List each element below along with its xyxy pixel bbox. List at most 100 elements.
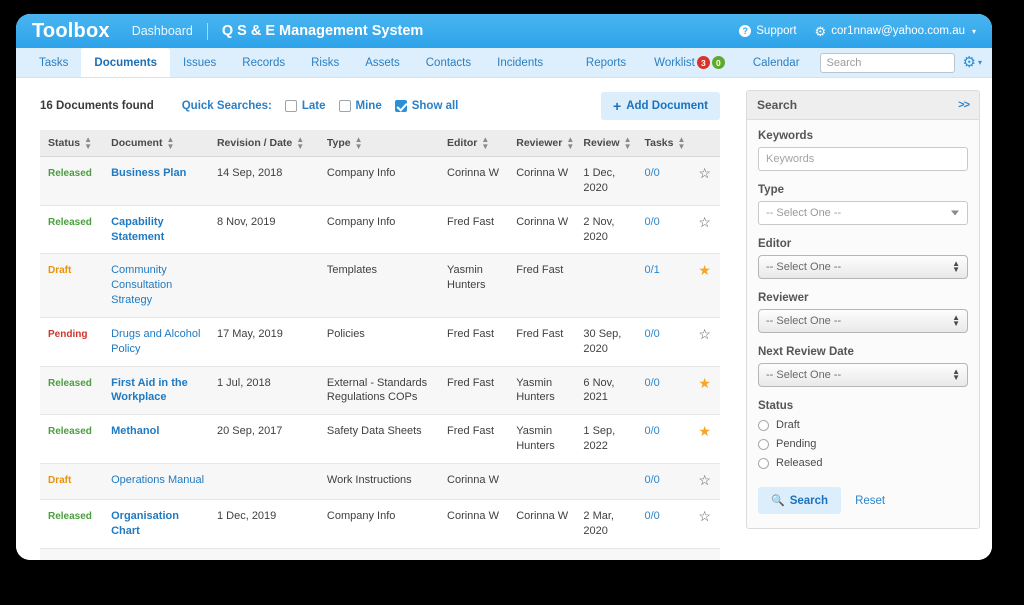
cell-favourite[interactable]: ★ bbox=[685, 414, 720, 464]
nav-tab-contacts[interactable]: Contacts bbox=[413, 48, 484, 77]
star-outline-icon[interactable]: ☆ bbox=[698, 508, 711, 524]
cell-favourite[interactable]: ★ bbox=[685, 548, 720, 560]
radio-released-icon[interactable] bbox=[758, 457, 769, 469]
table-row[interactable]: Released Organisation Chart 1 Dec, 2019 Com… bbox=[40, 499, 720, 549]
status-option-released[interactable]: Released bbox=[758, 457, 968, 469]
document-link[interactable]: Community Consultation Strategy bbox=[111, 264, 172, 306]
nav-link-worklist[interactable]: Worklist 3 0 bbox=[640, 56, 739, 69]
dashboard-link[interactable]: Dashboard bbox=[132, 24, 193, 38]
type-select[interactable]: -- Select One -- bbox=[758, 201, 968, 225]
document-link[interactable]: Business Plan bbox=[111, 167, 186, 179]
star-filled-icon[interactable]: ★ bbox=[698, 262, 711, 278]
sort-arrows-icon[interactable]: ▲ ▼ bbox=[84, 136, 92, 151]
table-row[interactable]: Released P-003 Planning for Quality & Saf… bbox=[40, 548, 720, 560]
cell-tasks[interactable]: 0/0 bbox=[636, 499, 686, 549]
cell-tasks[interactable]: 0/0 bbox=[636, 317, 686, 367]
nav-tab-risks[interactable]: Risks bbox=[298, 48, 352, 77]
document-link[interactable]: Organisation Chart bbox=[111, 510, 179, 537]
cell-favourite[interactable]: ★ bbox=[685, 253, 720, 318]
sort-arrows-icon[interactable]: ▲ ▼ bbox=[481, 136, 489, 151]
cell-tasks[interactable]: 0/0 bbox=[636, 205, 686, 255]
tasks-link[interactable]: 0/1 bbox=[644, 264, 659, 276]
cell-tasks[interactable]: 0/0 bbox=[636, 366, 686, 416]
tasks-link[interactable]: 0/0 bbox=[644, 559, 659, 561]
column-header-revision-date[interactable]: Revision / Date ▲ ▼ bbox=[208, 130, 319, 157]
status-option-pending[interactable]: Pending bbox=[758, 438, 968, 450]
reviewer-select[interactable]: -- Select One -- ▲ ▼ bbox=[758, 309, 968, 333]
nav-tab-issues[interactable]: Issues bbox=[170, 48, 229, 77]
add-document-button[interactable]: + Add Document bbox=[601, 92, 720, 120]
document-link[interactable]: First Aid in the Workplace bbox=[111, 377, 188, 404]
checkbox-mine-icon[interactable] bbox=[338, 100, 351, 112]
reset-button[interactable]: Reset bbox=[855, 495, 885, 507]
editor-select[interactable]: -- Select One -- ▲ ▼ bbox=[758, 255, 968, 279]
tasks-link[interactable]: 0/0 bbox=[644, 474, 659, 486]
quick-search-mine[interactable]: Mine bbox=[338, 100, 382, 112]
cell-favourite[interactable]: ☆ bbox=[685, 317, 720, 367]
sort-arrows-icon[interactable]: ▲ ▼ bbox=[624, 136, 632, 151]
cell-tasks[interactable]: 0/0 bbox=[636, 463, 686, 500]
cell-document[interactable]: Methanol bbox=[103, 414, 209, 464]
quick-search-show-all[interactable]: Show all bbox=[394, 100, 458, 112]
star-filled-icon[interactable]: ★ bbox=[698, 375, 711, 391]
status-option-draft[interactable]: Draft bbox=[758, 419, 968, 431]
cell-tasks[interactable]: 0/1 bbox=[636, 253, 686, 318]
cell-document[interactable]: Drugs and Alcohol Policy bbox=[103, 317, 209, 367]
cell-document[interactable]: Business Plan bbox=[103, 156, 209, 206]
nav-tab-incidents[interactable]: Incidents bbox=[484, 48, 556, 77]
column-header-reviewer[interactable]: Reviewer ▲ ▼ bbox=[508, 130, 576, 157]
document-link[interactable]: Capability Statement bbox=[111, 216, 164, 243]
tasks-link[interactable]: 0/0 bbox=[644, 328, 659, 340]
cell-favourite[interactable]: ★ bbox=[685, 366, 720, 416]
radio-draft-icon[interactable] bbox=[758, 419, 769, 431]
cell-tasks[interactable]: 0/0 bbox=[636, 414, 686, 464]
sort-arrows-icon[interactable]: ▲ ▼ bbox=[166, 136, 174, 151]
cell-document[interactable]: P-003 Planning for Quality & Safety bbox=[103, 548, 209, 560]
tasks-link[interactable]: 0/0 bbox=[644, 425, 659, 437]
settings-gear-icon[interactable]: ⚙ bbox=[963, 55, 976, 70]
sort-arrows-icon[interactable]: ▲ ▼ bbox=[566, 136, 574, 151]
keywords-input[interactable] bbox=[758, 147, 968, 171]
table-row[interactable]: Draft Community Consultation Strategy Temp… bbox=[40, 253, 720, 318]
tasks-link[interactable]: 0/0 bbox=[644, 167, 659, 179]
column-header-type[interactable]: Type ▲ ▼ bbox=[318, 130, 440, 157]
document-link[interactable]: Operations Manual bbox=[111, 474, 204, 486]
nav-link-reports[interactable]: Reports bbox=[572, 57, 640, 69]
global-search-input[interactable] bbox=[819, 52, 955, 73]
star-outline-icon[interactable]: ☆ bbox=[698, 165, 711, 181]
nav-tab-records[interactable]: Records bbox=[229, 48, 298, 77]
table-row[interactable]: Released Business Plan 14 Sep, 2018 Company… bbox=[40, 156, 720, 206]
tasks-link[interactable]: 0/0 bbox=[644, 510, 659, 522]
column-header-tasks[interactable]: Tasks ▲ ▼ bbox=[636, 130, 685, 157]
star-filled-icon[interactable]: ★ bbox=[698, 557, 711, 561]
cell-tasks[interactable]: 0/0 bbox=[636, 548, 686, 561]
table-row[interactable]: Released Methanol 20 Sep, 2017 Safety Data … bbox=[40, 414, 720, 464]
search-submit-button[interactable]: 🔍 Search bbox=[758, 487, 842, 514]
cell-favourite[interactable]: ☆ bbox=[685, 156, 720, 206]
cell-tasks[interactable]: 0/0 bbox=[636, 156, 686, 206]
table-row[interactable]: Draft Operations Manual Work Instructions C… bbox=[40, 463, 720, 500]
checkbox-late-icon[interactable] bbox=[284, 100, 297, 112]
document-link[interactable]: Drugs and Alcohol Policy bbox=[111, 328, 200, 355]
column-header-document[interactable]: Document ▲ ▼ bbox=[103, 130, 209, 157]
document-link[interactable]: Methanol bbox=[111, 425, 159, 437]
quick-search-late[interactable]: Late bbox=[284, 100, 326, 112]
column-header-editor[interactable]: Editor ▲ ▼ bbox=[439, 130, 509, 157]
star-filled-icon[interactable]: ★ bbox=[698, 423, 711, 439]
checkbox-show-all-icon[interactable] bbox=[394, 100, 407, 112]
settings-chevron-down-icon[interactable]: ▾ bbox=[978, 58, 982, 67]
cell-favourite[interactable]: ☆ bbox=[685, 499, 720, 549]
nav-tab-assets[interactable]: Assets bbox=[352, 48, 413, 77]
cell-favourite[interactable]: ☆ bbox=[685, 463, 720, 500]
table-row[interactable]: Released First Aid in the Workplace 1 Jul,… bbox=[40, 366, 720, 416]
nav-tab-documents[interactable]: Documents bbox=[81, 48, 171, 77]
column-header-review[interactable]: Review ▲ ▼ bbox=[575, 130, 637, 157]
cell-document[interactable]: Organisation Chart bbox=[103, 499, 209, 549]
star-outline-icon[interactable]: ☆ bbox=[698, 472, 711, 488]
sort-arrows-icon[interactable]: ▲ ▼ bbox=[355, 136, 363, 151]
search-panel-expand-toggle[interactable]: >> bbox=[958, 99, 970, 111]
nav-link-calendar[interactable]: Calendar bbox=[739, 57, 814, 69]
cell-favourite[interactable]: ☆ bbox=[685, 205, 720, 255]
radio-pending-icon[interactable] bbox=[758, 438, 769, 450]
sort-arrows-icon[interactable]: ▲ ▼ bbox=[296, 136, 304, 151]
